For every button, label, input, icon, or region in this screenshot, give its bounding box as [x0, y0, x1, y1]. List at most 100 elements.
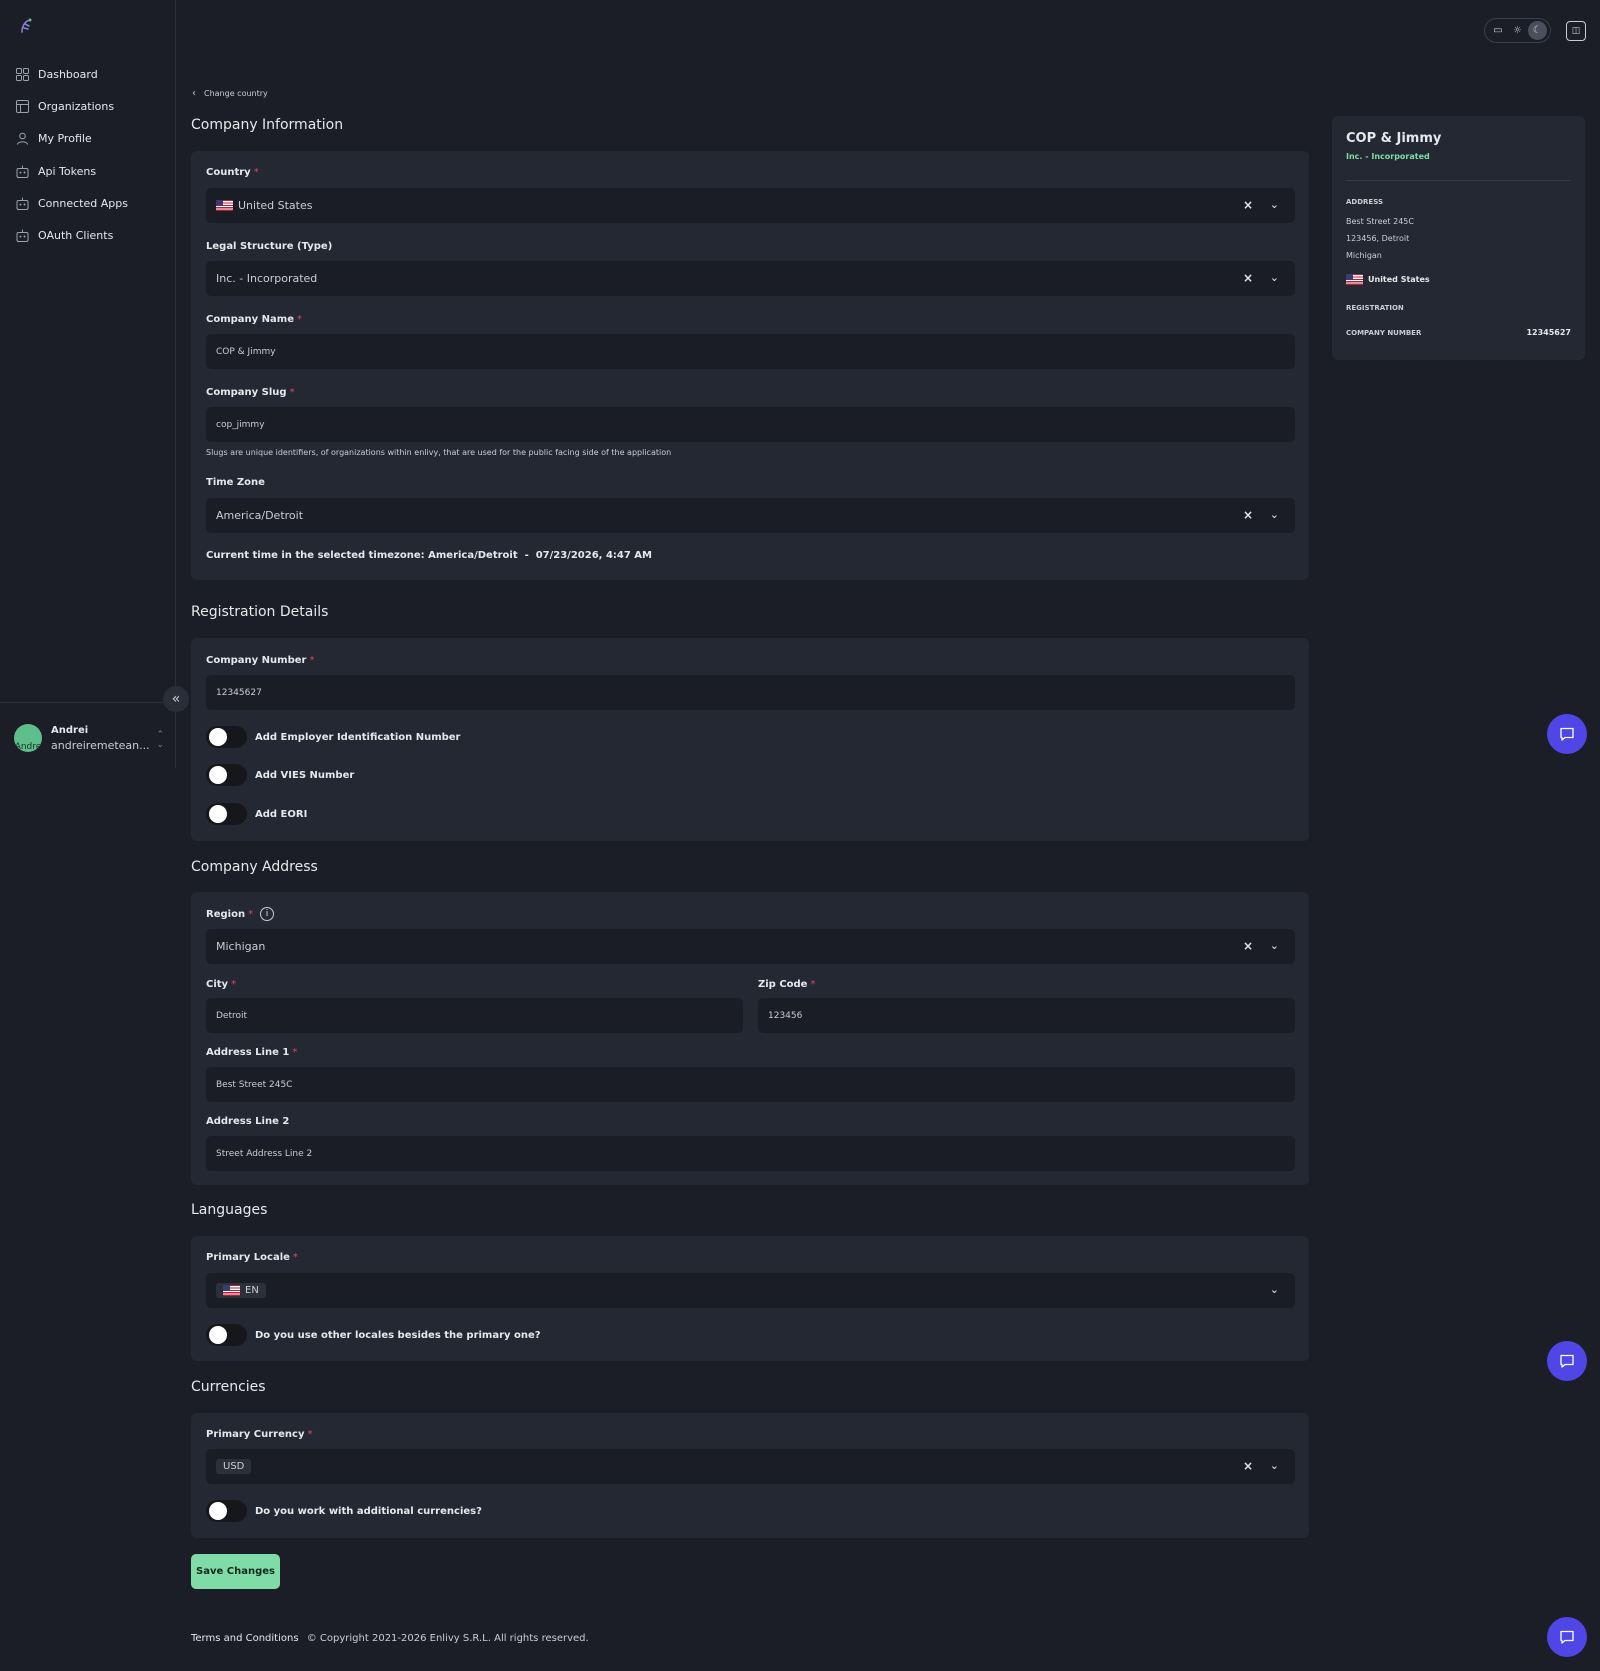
additional-currencies-toggle[interactable] [206, 1500, 247, 1522]
grid-icon [15, 67, 29, 81]
moon-icon[interactable]: ☾ [1527, 21, 1547, 40]
other-locales-toggle-label: Do you use other locales besides the pri… [255, 1329, 541, 1341]
company-number-value: 12345627 [216, 687, 262, 698]
currency-tag: USD [216, 1459, 252, 1474]
footer: Terms and Conditions © Copyright 2021-20… [191, 1633, 589, 1644]
region-value: Michigan [216, 940, 266, 953]
time-zone-value: America/Detroit [216, 509, 304, 522]
section-title-languages: Languages [191, 1202, 268, 1218]
terms-link[interactable]: Terms and Conditions [191, 1633, 299, 1644]
back-link-label: Change country [204, 89, 268, 98]
eori-toggle-label: Add EORI [255, 808, 308, 820]
time-zone-label: Time Zone [206, 477, 265, 488]
company-slug-input[interactable]: cop_jimmy [206, 407, 1295, 442]
company-number-label: Company Number * [206, 655, 314, 666]
required-asterisk: * [309, 655, 315, 666]
country-label: Country * [206, 167, 259, 178]
slug-helper-text: Slugs are unique identifiers, of organiz… [206, 448, 672, 457]
robot-icon [15, 229, 29, 243]
address-line-2-input[interactable]: Street Address Line 2 [206, 1136, 1295, 1171]
sidebar-item-my-profile[interactable]: My Profile [0, 123, 175, 155]
city-value: Detroit [216, 1010, 248, 1021]
company-number-input[interactable]: 12345627 [206, 675, 1295, 710]
company-slug-label-text: Company Slug [206, 387, 287, 398]
clear-icon[interactable]: × [1243, 508, 1253, 522]
avatar: Andre [14, 724, 42, 752]
save-changes-button[interactable]: Save Changes [191, 1554, 280, 1589]
zip-code-input[interactable]: 123456 [758, 998, 1295, 1033]
robot-icon[interactable]: ◫ [1566, 21, 1586, 41]
company-name-label-text: Company Name [206, 314, 294, 325]
company-name-label: Company Name * [206, 314, 302, 325]
section-title-company-information: Company Information [191, 117, 344, 133]
clear-icon[interactable]: × [1243, 271, 1253, 285]
clear-icon[interactable]: × [1243, 939, 1253, 953]
monitor-icon[interactable]: ▭ [1488, 21, 1507, 40]
required-asterisk: * [292, 1047, 298, 1058]
legal-structure-label: Legal Structure (Type) [206, 241, 333, 252]
city-input[interactable]: Detroit [206, 998, 743, 1033]
sidebar-item-organizations[interactable]: Organizations [0, 90, 175, 122]
chat-button[interactable] [1547, 1617, 1587, 1657]
company-address-card: Region * i Michigan × ⌄ City * Detroit Zip … [191, 892, 1309, 1185]
chat-icon [1560, 1630, 1574, 1644]
user-menu[interactable]: Andre Andrei andreiremetean... ⌃ ⌄ [14, 718, 164, 758]
address-line-2-placeholder: Street Address Line 2 [216, 1148, 313, 1159]
legal-structure-select[interactable]: Inc. - Incorporated × ⌄ [206, 261, 1295, 296]
chevron-down-icon[interactable]: ⌄ [1270, 939, 1279, 952]
current-time-text: Current time in the selected timezone: A… [206, 550, 652, 561]
chat-button[interactable] [1547, 1341, 1587, 1381]
primary-locale-select[interactable]: EN ⌄ [206, 1273, 1295, 1308]
chevron-down-icon[interactable]: ⌄ [1270, 198, 1279, 211]
us-flag-icon [1346, 274, 1363, 285]
country-select[interactable]: United States × ⌄ [206, 188, 1295, 223]
user-email: andreiremetean... [51, 738, 150, 752]
region-select[interactable]: Michigan × ⌄ [206, 929, 1295, 964]
clear-icon[interactable]: × [1243, 198, 1253, 212]
primary-currency-select[interactable]: USD × ⌄ [206, 1449, 1295, 1484]
logo-icon[interactable] [16, 16, 36, 36]
city-label: City * [206, 979, 236, 990]
company-name-input[interactable]: COP & Jimmy [206, 334, 1295, 369]
sidebar-item-oauth-clients[interactable]: OAuth Clients [0, 220, 175, 252]
vies-toggle[interactable] [206, 764, 247, 786]
sidebar-item-connected-apps[interactable]: Connected Apps [0, 188, 175, 220]
required-asterisk: * [307, 1429, 313, 1440]
required-asterisk: * [296, 314, 302, 325]
vies-toggle-label: Add VIES Number [255, 769, 355, 781]
chat-icon [1560, 727, 1574, 741]
chevron-down-icon[interactable]: ⌄ [1270, 1283, 1279, 1296]
address-line-1-label: Address Line 1 * [206, 1047, 297, 1058]
chevron-down-icon[interactable]: ⌄ [1270, 1459, 1279, 1472]
clear-icon[interactable]: × [1243, 1459, 1253, 1473]
us-flag-icon [216, 200, 233, 211]
sun-icon[interactable]: ☼ [1508, 21, 1527, 40]
address-line-1-input[interactable]: Best Street 245C [206, 1067, 1295, 1102]
time-zone-select[interactable]: America/Detroit × ⌄ [206, 498, 1295, 533]
other-locales-toggle[interactable] [206, 1324, 247, 1346]
zip-code-value: 123456 [768, 1010, 803, 1021]
ein-toggle[interactable] [206, 726, 247, 748]
sidebar-item-api-tokens[interactable]: Api Tokens [0, 155, 175, 187]
sidebar-divider [0, 702, 175, 703]
company-summary-card: COP & Jimmy Inc. - Incorporated ADDRESS … [1332, 116, 1585, 360]
info-icon[interactable]: i [260, 907, 275, 921]
ein-toggle-label: Add Employer Identification Number [255, 731, 461, 743]
change-country-link[interactable]: ‹ Change country [192, 88, 268, 99]
chat-button[interactable] [1547, 714, 1587, 754]
chevron-down-icon[interactable]: ⌄ [1270, 271, 1279, 284]
user-name: Andrei [51, 724, 89, 736]
toggle-row-eori: Add EORI [206, 803, 307, 825]
company-information-card: Country * United States × ⌄ Legal Structu… [191, 151, 1309, 580]
collapse-sidebar-button[interactable]: « [163, 686, 189, 712]
sidebar-item-label: Dashboard [38, 67, 98, 81]
eori-toggle[interactable] [206, 803, 247, 825]
sidebar-item-dashboard[interactable]: Dashboard [0, 58, 175, 90]
chevron-down-icon[interactable]: ⌄ [1270, 508, 1279, 521]
locale-tag-value: EN [245, 1285, 259, 1296]
user-icon [15, 132, 29, 146]
summary-country: United States [1346, 274, 1430, 285]
toggle-row-ein: Add Employer Identification Number [206, 726, 461, 748]
chat-icon [1560, 1354, 1574, 1368]
required-asterisk: * [289, 387, 295, 398]
